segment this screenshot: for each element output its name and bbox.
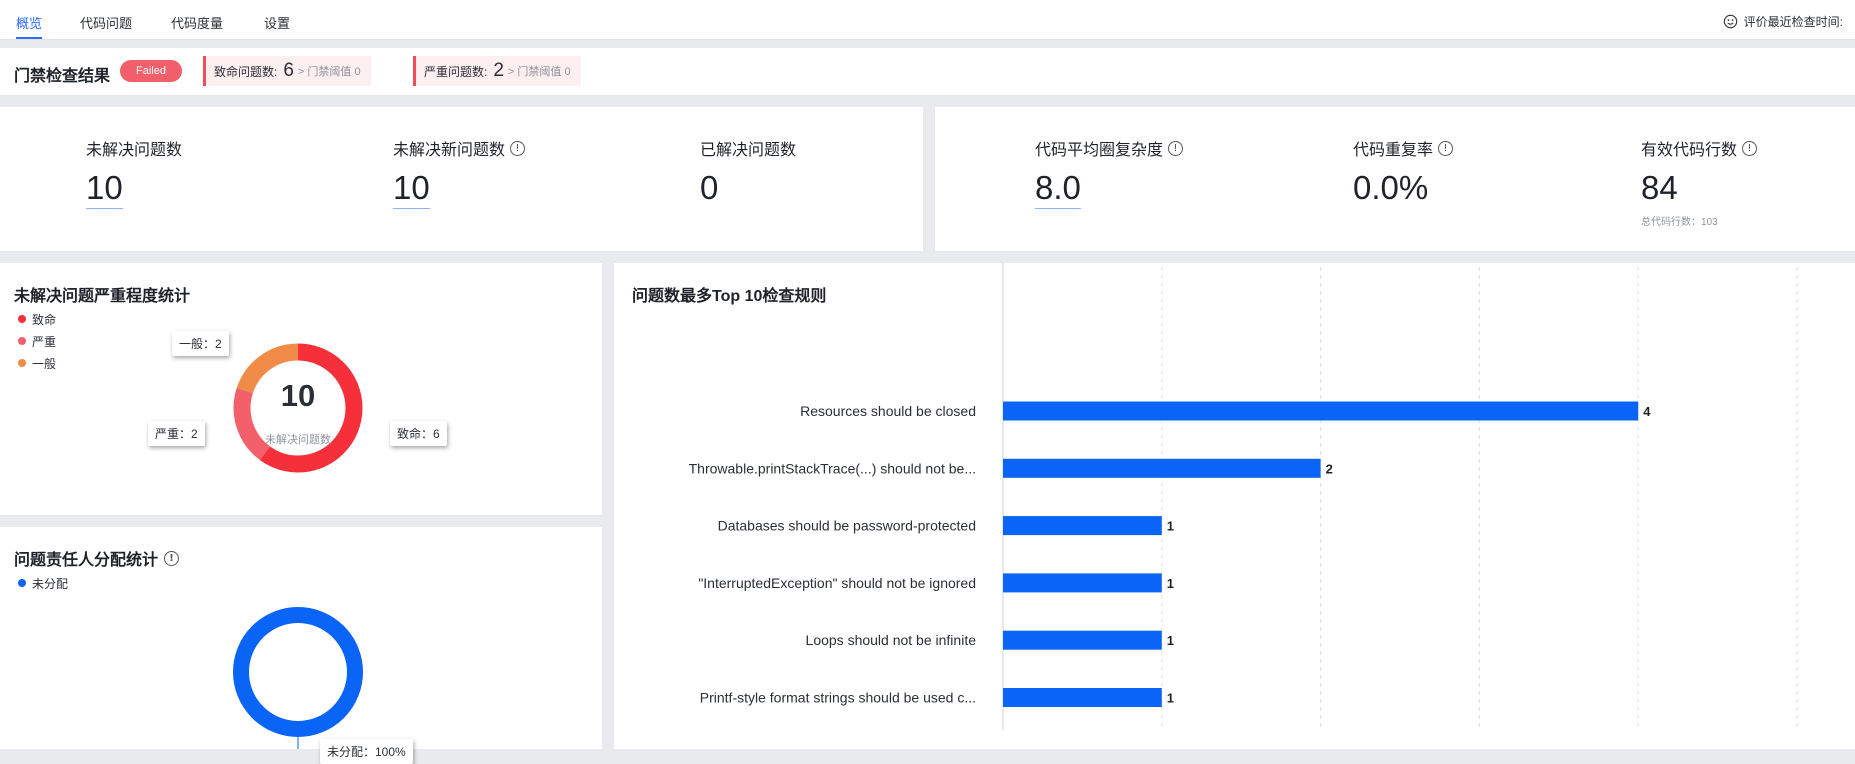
gate-title: 门禁检查结果	[14, 68, 111, 85]
metric-label: 有效代码行数	[1641, 142, 1738, 159]
y-category-label: Loops should not be infinite	[806, 632, 977, 648]
issue-metrics-card: 未解决问题数 10 未解决新问题数! 10 已解决问题数 0	[0, 107, 923, 251]
total-lines-note: 总代码行数：103	[1641, 217, 1718, 228]
tooltip-serious: 严重：2	[148, 421, 205, 446]
bar[interactable]	[1003, 688, 1162, 707]
y-category-label: Throwable.printStackTrace(...) should no…	[689, 460, 976, 476]
tooltip-unassigned: 未分配：100%	[320, 739, 413, 764]
bar-value-label: 1	[1167, 576, 1174, 591]
smiley-icon	[1723, 14, 1737, 29]
tab-bar: 概览 代码问题 代码度量 设置 评价最近检查时间:	[0, 0, 1855, 40]
tab-code-issues[interactable]: 代码问题	[80, 13, 132, 32]
info-icon[interactable]: !	[1438, 140, 1454, 156]
metric-value-link[interactable]: 10	[86, 169, 123, 209]
donut-total: 10	[281, 378, 315, 413]
bar-value-label: 1	[1167, 633, 1174, 648]
metric-unresolved-new: 未解决新问题数! 10	[393, 136, 526, 209]
serious-label: 严重问题数:	[424, 64, 488, 79]
severity-panel: 未解决问题严重程度统计 致命 严重 一般 10 未解决问题数 一般：2 严重：2…	[0, 263, 602, 515]
last-check-label: 评价最近检查时间:	[1743, 15, 1843, 29]
gate-check-bar: 门禁检查结果 Failed 致命问题数: 6 > 门禁阈值 0 严重问题数: 2…	[0, 48, 1855, 95]
assignee-donut-chart	[233, 607, 363, 749]
tab-overview[interactable]: 概览	[16, 13, 43, 39]
bar[interactable]	[1003, 630, 1162, 650]
bar-value-label: 1	[1167, 519, 1174, 534]
metric-label: 未解决新问题数	[393, 142, 506, 159]
tooltip-normal: 一般：2	[172, 331, 229, 356]
fatal-label: 致命问题数:	[214, 64, 278, 79]
bar-value-label: 1	[1167, 691, 1174, 706]
bar-value-label: 2	[1326, 461, 1333, 476]
metric-unresolved: 未解决问题数 10	[86, 136, 182, 209]
bar[interactable]	[1003, 401, 1639, 421]
info-icon[interactable]: !	[1168, 140, 1184, 156]
metric-complexity: 代码平均圈复杂度! 8.0	[1035, 136, 1184, 209]
metric-value-link[interactable]: 8.0	[1035, 169, 1081, 209]
tab-code-metrics[interactable]: 代码度量	[171, 13, 223, 32]
tooltip-fatal: 致命：6	[390, 421, 447, 446]
metric-effective-lines: 有效代码行数! 84 总代码行数：103	[1641, 136, 1758, 228]
metric-label: 代码平均圈复杂度	[1035, 142, 1164, 159]
y-category-label: "InterruptedException" should not be ign…	[698, 575, 976, 591]
code-metrics-card: 代码平均圈复杂度! 8.0 代码重复率! 0.0% 有效代码行数! 84 总代码…	[935, 107, 1855, 251]
last-check-rating[interactable]: 评价最近检查时间:	[1723, 13, 1843, 30]
assignee-panel: 问题责任人分配统计! 未分配 未分配：100%	[0, 527, 602, 764]
bar[interactable]	[1003, 516, 1162, 536]
metric-value-link[interactable]: 10	[393, 169, 430, 209]
top-rules-panel: 问题数最多Top 10检查规则 0123454Resources should …	[614, 263, 1855, 749]
serious-count: 2	[493, 60, 504, 81]
info-icon[interactable]: !	[1742, 140, 1758, 156]
info-icon[interactable]: !	[510, 140, 526, 156]
fatal-count: 6	[283, 60, 294, 81]
y-category-label: Databases should be password-protected	[718, 518, 976, 534]
y-category-label: Printf-style format strings should be us…	[700, 690, 976, 706]
bar[interactable]	[1003, 573, 1162, 593]
fatal-gate-box: 致命问题数: 6 > 门禁阈值 0	[203, 56, 371, 86]
metric-value: 0	[700, 169, 719, 206]
metric-value: 0.0%	[1353, 169, 1429, 206]
fatal-threshold: > 门禁阈值 0	[297, 66, 361, 78]
metric-label: 已解决问题数	[700, 142, 797, 159]
bar-value-label: 4	[1643, 404, 1651, 419]
serious-threshold: > 门禁阈值 0	[507, 66, 571, 78]
metric-value: 84	[1641, 169, 1678, 206]
donut-total-label: 未解决问题数	[265, 432, 331, 446]
severity-donut-chart: 10 未解决问题数	[233, 343, 363, 473]
tab-settings[interactable]: 设置	[264, 13, 290, 32]
status-badge: Failed	[120, 60, 182, 82]
metric-label: 代码重复率	[1353, 142, 1434, 159]
top-rules-bar-chart: 0123454Resources should be closed2Throwa…	[689, 263, 1798, 730]
serious-gate-box: 严重问题数: 2 > 门禁阈值 0	[413, 56, 581, 86]
metric-label: 未解决问题数	[86, 142, 183, 159]
bar[interactable]	[1003, 458, 1321, 478]
donut-arc-unassigned[interactable]	[233, 607, 363, 737]
y-category-label: Resources should be closed	[800, 403, 976, 419]
metric-duplication: 代码重复率! 0.0%	[1353, 136, 1454, 207]
metric-resolved: 已解决问题数 0	[700, 136, 796, 207]
